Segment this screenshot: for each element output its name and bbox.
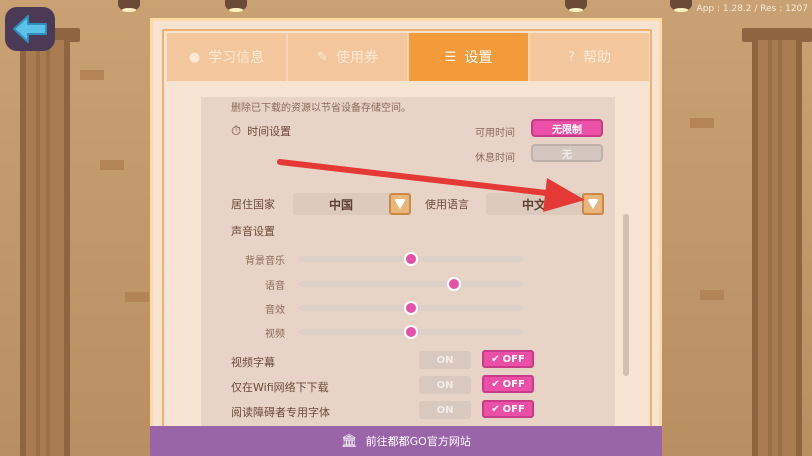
check-icon: ✔ (491, 378, 500, 390)
language-value: 中文 (521, 197, 546, 212)
rest-time-button[interactable]: 无 (531, 144, 603, 162)
toggle-off-label: OFF (502, 403, 525, 415)
toggle-off-label: OFF (502, 353, 525, 365)
country-value: 中国 (328, 197, 353, 212)
toggle-label: 视频字幕 (231, 356, 275, 369)
toggle-label: 阅读障碍者专用字体 (231, 406, 330, 419)
slider-knob[interactable] (446, 277, 461, 291)
ceiling-light (670, 0, 692, 12)
language-select[interactable]: 中文 (486, 193, 604, 215)
pencil-icon: ✎ (317, 49, 328, 65)
settings-content: 删除已下载的资源以节省设备存储空间。 ⏱ 时间设置 可用时间 无限制 休息时间 … (201, 97, 615, 427)
slider-knob[interactable] (404, 301, 418, 315)
slider-knob[interactable] (404, 252, 418, 266)
tab-bar: ● 学习信息 ✎ 使用券 ☰ 设置 ? 帮助 (167, 33, 649, 81)
chevron-down-icon[interactable] (582, 193, 604, 215)
scrollbar[interactable] (623, 214, 629, 376)
tab-label: 设置 (464, 50, 493, 66)
dyslexia-font-off-button[interactable]: ✔ OFF (482, 400, 534, 418)
tab-label: 帮助 (582, 50, 611, 66)
ceiling-light (225, 0, 247, 12)
tab-learning-info[interactable]: ● 学习信息 (167, 33, 288, 81)
available-time-button[interactable]: 无限制 (531, 119, 603, 137)
wall-brick (700, 290, 724, 300)
dyslexia-font-on-button[interactable]: ON (419, 401, 471, 419)
available-time-label: 可用时间 (475, 128, 515, 139)
sliders-icon: ☰ (444, 49, 457, 65)
bgm-slider[interactable] (299, 252, 523, 266)
wall-brick (690, 118, 714, 128)
settings-panel: ● 学习信息 ✎ 使用券 ☰ 设置 ? 帮助 删除已下载的资源以节省设备存储空间… (150, 18, 662, 456)
wifi-only-on-button[interactable]: ON (419, 376, 471, 394)
ceiling-light (565, 0, 587, 12)
language-label: 使用语言 (425, 198, 469, 211)
slider-label: 背景音乐 (245, 256, 285, 267)
tab-settings[interactable]: ☰ 设置 (409, 33, 530, 81)
wall-brick (100, 160, 124, 170)
sfx-slider[interactable] (299, 301, 523, 315)
tab-label: 学习信息 (208, 50, 265, 66)
check-icon: ✔ (491, 403, 500, 415)
wall-brick (125, 292, 149, 302)
storage-hint: 删除已下载的资源以节省设备存储空间。 (231, 103, 411, 114)
tab-label: 使用券 (335, 50, 378, 66)
sound-section-label: 声音设置 (231, 225, 275, 238)
building-icon: 🏛 (341, 433, 358, 449)
voice-slider[interactable] (299, 277, 523, 291)
slider-label: 视频 (265, 329, 285, 340)
country-select[interactable]: 中国 (293, 193, 411, 215)
chevron-down-icon[interactable] (389, 193, 411, 215)
subtitles-on-button[interactable]: ON (419, 351, 471, 369)
back-button[interactable] (5, 7, 55, 51)
timer-icon: ⏱ (231, 123, 242, 139)
help-icon: ? (568, 49, 575, 65)
tab-help[interactable]: ? 帮助 (530, 33, 649, 81)
person-icon: ● (188, 49, 201, 65)
time-section: ⏱ 时间设置 (231, 123, 291, 139)
video-slider[interactable] (299, 325, 523, 339)
slider-label: 音效 (265, 305, 285, 316)
wall-brick (80, 70, 104, 80)
toggle-off-label: OFF (502, 378, 525, 390)
wifi-only-off-button[interactable]: ✔ OFF (482, 375, 534, 393)
check-icon: ✔ (491, 353, 500, 365)
slider-knob[interactable] (404, 325, 418, 339)
left-pillar (20, 40, 70, 456)
rest-time-label: 休息时间 (475, 153, 515, 164)
tab-vouchers[interactable]: ✎ 使用券 (288, 33, 409, 81)
ceiling-light (118, 0, 140, 12)
slider-label: 语音 (265, 281, 285, 292)
toggle-label: 仅在Wifi网络下下载 (231, 381, 329, 394)
time-section-label: 时间设置 (247, 125, 292, 138)
back-arrow-icon (13, 15, 47, 43)
footer-label: 前往都都GO官方网站 (365, 435, 471, 448)
official-site-button[interactable]: 🏛 前往都都GO官方网站 (150, 426, 662, 456)
subtitles-off-button[interactable]: ✔ OFF (482, 350, 534, 368)
version-label: App : 1.28.2 / Res : 1207 (696, 4, 808, 14)
country-label: 居住国家 (231, 198, 275, 211)
right-pillar (752, 40, 802, 456)
